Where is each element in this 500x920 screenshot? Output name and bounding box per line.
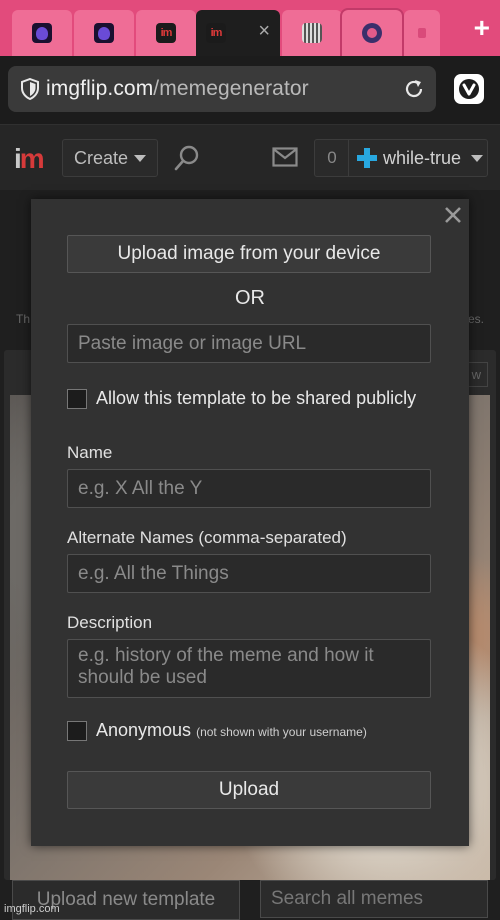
image-url-input[interactable]	[67, 324, 431, 363]
imgflip-logo[interactable]: im	[14, 143, 45, 175]
upload-from-device-button[interactable]: Upload image from your device	[67, 235, 431, 273]
name-label: Name	[67, 443, 113, 462]
url-text[interactable]: imgflip.com/memegenerator	[46, 77, 309, 101]
name-input[interactable]	[67, 469, 431, 508]
caret-down-icon	[134, 154, 147, 162]
browser-tab[interactable]: im	[136, 10, 196, 56]
site-header: im Create 0 while-true	[0, 124, 500, 191]
film-strip-icon	[302, 23, 322, 43]
shield-icon[interactable]	[20, 78, 40, 100]
or-separator: OR	[235, 287, 265, 309]
alternate-names-input[interactable]	[67, 554, 431, 593]
notification-count[interactable]: 0	[314, 139, 350, 177]
imgflip-favicon-icon: im	[206, 23, 226, 43]
url-path: /memegenerator	[153, 77, 309, 100]
imgflip-watermark: imgflip.com	[4, 903, 60, 915]
browser-tab[interactable]	[404, 10, 440, 56]
browser-toolbar: imgflip.com/memegenerator	[0, 56, 500, 124]
browser-tab[interactable]	[282, 10, 342, 56]
alternate-names-label: Alternate Names (comma-separated)	[67, 528, 347, 547]
upload-template-modal: Upload image from your device OR Allow t…	[31, 199, 469, 846]
share-publicly-label[interactable]: Allow this template to be shared publicl…	[96, 388, 416, 409]
caret-down-icon	[471, 154, 483, 162]
purple-devil-icon	[94, 23, 114, 43]
logo-m: m	[19, 143, 45, 174]
description-label: Description	[67, 613, 153, 632]
user-menu-button[interactable]: while-true	[348, 139, 488, 177]
vivaldi-logo-icon	[459, 79, 479, 99]
plus-icon	[357, 148, 377, 168]
purple-devil-icon	[32, 23, 52, 43]
share-publicly-checkbox[interactable]	[67, 389, 87, 409]
address-bar[interactable]: imgflip.com/memegenerator	[8, 66, 436, 112]
anonymous-note: (not shown with your username)	[196, 725, 367, 739]
background-text: Th	[16, 312, 31, 326]
partial-favicon-icon	[418, 28, 426, 38]
browser-tab-strip: im im × +	[0, 0, 500, 56]
close-icon[interactable]	[443, 205, 463, 225]
orb-icon	[362, 23, 382, 43]
browser-tab[interactable]	[74, 10, 134, 56]
username: while-true	[383, 147, 462, 168]
upload-button[interactable]: Upload	[67, 771, 431, 809]
url-domain: imgflip.com	[46, 77, 154, 100]
browser-tab[interactable]	[340, 8, 404, 56]
vivaldi-menu-button[interactable]	[454, 74, 484, 104]
reload-icon[interactable]	[402, 77, 426, 101]
search-memes-input[interactable]: Search all memes	[260, 880, 488, 918]
close-tab-icon[interactable]: ×	[258, 21, 270, 41]
background-text: es.	[467, 312, 484, 326]
imgflip-favicon-icon: im	[156, 23, 176, 43]
search-icon[interactable]	[174, 145, 200, 171]
browser-tab[interactable]	[12, 10, 72, 56]
description-textarea[interactable]	[67, 639, 431, 698]
anonymous-text: Anonymous	[96, 720, 192, 740]
new-tab-button[interactable]: +	[474, 14, 490, 42]
browser-tab-active[interactable]: im ×	[196, 10, 280, 56]
anonymous-checkbox[interactable]	[67, 721, 87, 741]
create-menu-button[interactable]: Create	[62, 139, 158, 177]
mail-icon[interactable]	[272, 147, 298, 167]
anonymous-label[interactable]: Anonymous (not shown with your username)	[96, 720, 367, 741]
create-label: Create	[73, 147, 129, 168]
